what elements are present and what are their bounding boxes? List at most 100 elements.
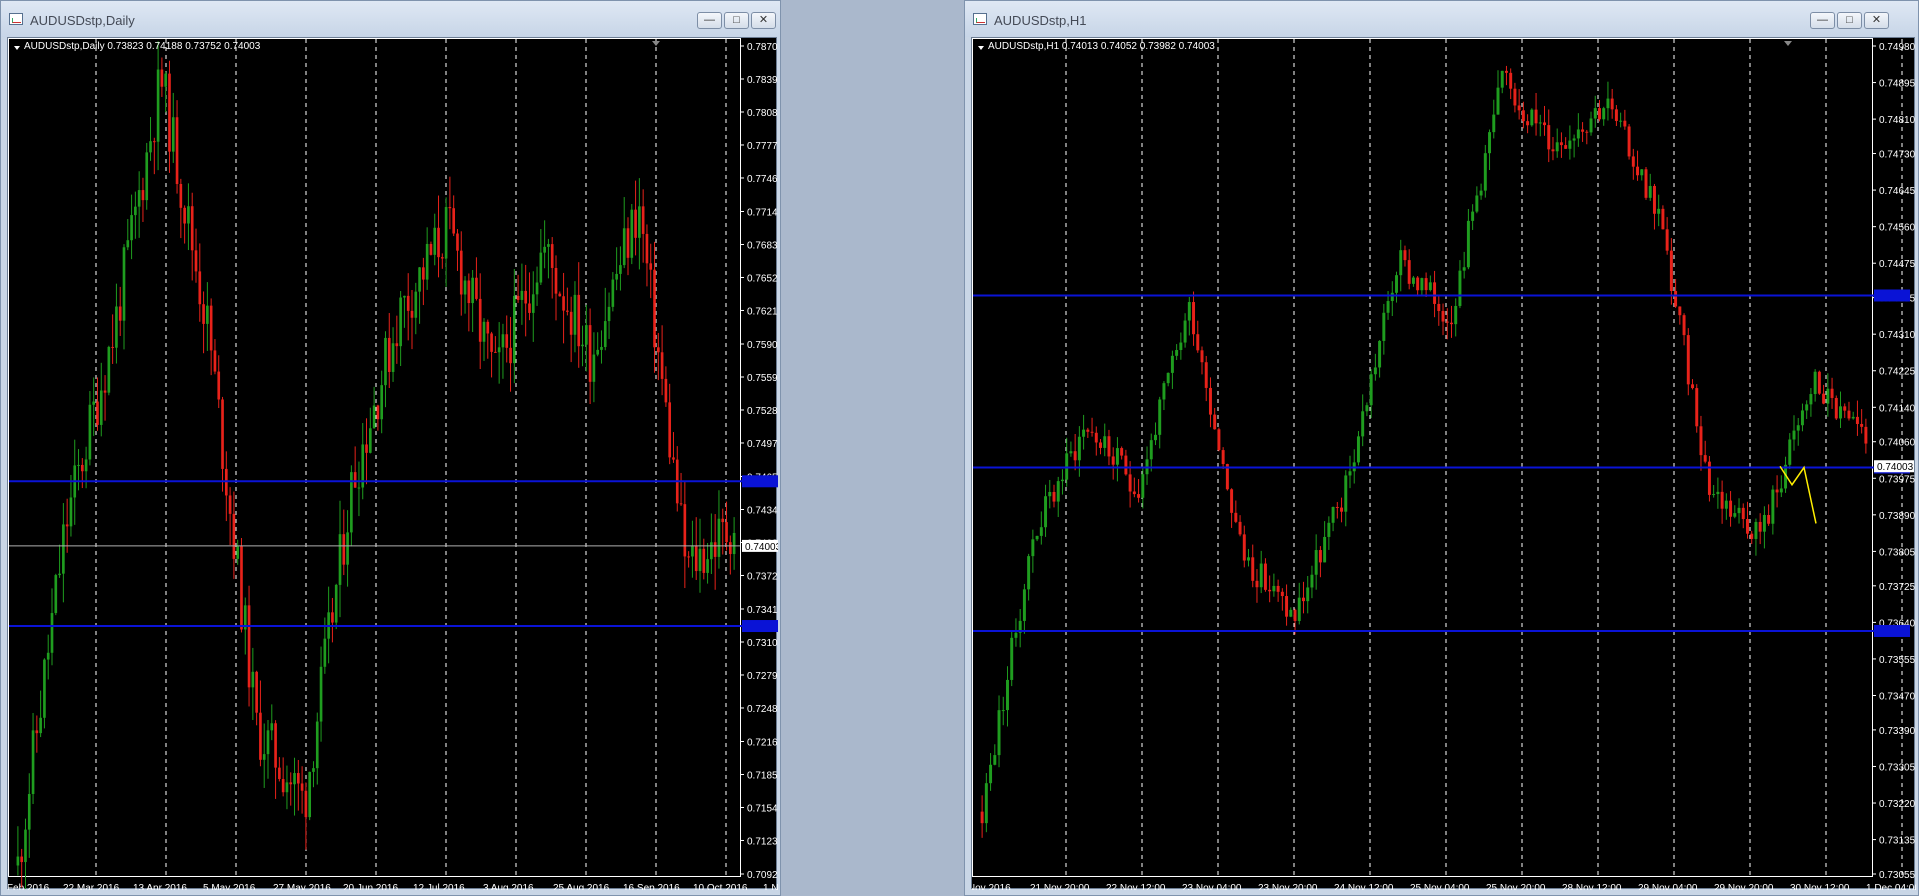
h1-window-titlebar[interactable]: AUDUSDstp,H1 — □ ✕	[965, 1, 1918, 37]
minimize-button[interactable]: —	[697, 12, 722, 29]
candle-body	[490, 333, 493, 352]
time-axis-label: 27 May 2016	[273, 883, 331, 890]
candle-body	[1750, 533, 1754, 539]
candle-body	[1733, 513, 1737, 517]
candle-body	[1475, 195, 1479, 212]
candle-body	[984, 783, 988, 824]
candle-body	[630, 209, 634, 258]
close-button[interactable]: ✕	[1864, 12, 1889, 29]
candle-body	[1251, 557, 1255, 581]
candle-body	[1416, 277, 1420, 291]
candle-body	[1263, 563, 1267, 590]
price-axis-label: 0.74225	[1879, 367, 1916, 378]
candle-body	[1817, 371, 1821, 394]
candle-body	[251, 671, 255, 688]
candle-body	[664, 378, 668, 403]
candle-body	[65, 524, 69, 527]
candle-body	[1001, 710, 1005, 712]
time-axis-label: 24 Nov 12:00	[1334, 883, 1394, 890]
candle-body	[1614, 109, 1618, 121]
candle-body	[584, 325, 588, 345]
candle-body	[1306, 587, 1310, 602]
candle-body	[149, 141, 152, 153]
candle-body	[1830, 388, 1834, 398]
candle-body	[505, 334, 509, 348]
price-axis-label: 0.75900	[747, 340, 778, 351]
daily-chart-canvas[interactable]: 29 Feb 2016 22 Mar 2016 13 Apr 2016 5 May 2…	[8, 38, 778, 890]
price-axis-label: 0.73725	[1879, 582, 1916, 593]
price-axis-label: 0.74645	[1879, 186, 1916, 197]
candle-body	[99, 390, 103, 425]
candle-body	[1623, 120, 1627, 127]
candle-body	[312, 768, 315, 772]
candle-body	[1834, 397, 1838, 419]
candle-body	[1534, 109, 1538, 124]
restore-button[interactable]: □	[724, 12, 749, 29]
candle-body	[1361, 411, 1365, 437]
candle-body	[334, 584, 338, 623]
candle-body	[1441, 310, 1445, 322]
candle-body	[509, 347, 512, 364]
candle-body	[433, 227, 437, 255]
candle-body	[1779, 488, 1783, 493]
candle-body	[1077, 436, 1081, 461]
candle-body	[1242, 534, 1246, 561]
candle-body	[547, 244, 550, 247]
daily-chart[interactable]: 29 Feb 2016 22 Mar 2016 13 Apr 2016 5 May 2…	[7, 37, 778, 890]
candle-body	[130, 215, 133, 241]
candle-body	[1513, 88, 1517, 106]
candle-body	[1268, 589, 1272, 592]
candle-body	[62, 524, 65, 574]
candle-body	[315, 721, 319, 769]
candle-body	[1424, 278, 1428, 291]
minimize-button[interactable]: —	[1810, 12, 1835, 29]
candle-body	[1327, 522, 1331, 537]
candle-body	[1175, 350, 1179, 356]
candle-body	[456, 233, 459, 251]
candle-body	[304, 790, 308, 818]
candle-body	[1293, 609, 1297, 621]
candle-body	[1255, 580, 1259, 588]
candle-body	[156, 69, 160, 142]
candle-body	[1048, 491, 1052, 497]
candle-body	[16, 856, 20, 866]
candle-body	[202, 304, 205, 324]
candle-body	[497, 347, 501, 353]
candle-body	[1132, 491, 1136, 495]
candle-body	[1644, 169, 1648, 198]
h1-chart-canvas[interactable]: 21 Nov 2016 21 Nov 20:00 22 Nov 12:00 23 No…	[972, 38, 1916, 890]
candle-body	[1665, 229, 1669, 251]
price-axis-label: 0.76525	[747, 273, 778, 284]
candle-body	[691, 545, 694, 557]
candle-body	[1564, 145, 1568, 149]
candle-body	[1390, 292, 1394, 302]
candle-body	[1466, 220, 1470, 268]
candle-body	[429, 243, 433, 255]
h1-chart[interactable]: 21 Nov 2016 21 Nov 20:00 22 Nov 12:00 23 No…	[971, 37, 1916, 890]
candle-body	[1699, 426, 1703, 456]
price-axis-label: 0.75590	[747, 373, 778, 384]
candle-body	[319, 666, 323, 722]
candle-body	[645, 233, 649, 264]
h1-chart-window: AUDUSDstp,H1 — □ ✕ 21 Nov 2016 21 Nov 20:…	[964, 0, 1919, 896]
candle-body	[1314, 550, 1318, 575]
candle-body	[672, 457, 675, 460]
price-axis-label: 0.72480	[747, 704, 778, 715]
candle-body	[1382, 312, 1386, 341]
candle-body	[1124, 455, 1128, 475]
candle-body	[1433, 282, 1437, 304]
candle-body	[440, 257, 444, 259]
price-axis-label: 0.78390	[747, 75, 778, 86]
candle-body	[342, 534, 346, 565]
candle-body	[357, 487, 361, 489]
candle-body	[717, 518, 721, 557]
restore-button[interactable]: □	[1837, 12, 1862, 29]
candle-body	[1555, 142, 1559, 152]
candle-body	[1065, 453, 1069, 480]
candle-body	[331, 612, 334, 623]
price-axis-label: 0.75280	[747, 406, 778, 417]
close-button[interactable]: ✕	[751, 12, 776, 29]
price-axis-label: 0.73890	[1879, 511, 1916, 522]
daily-window-titlebar[interactable]: AUDUSDstp,Daily — □ ✕	[1, 1, 780, 37]
candle-body	[278, 767, 281, 780]
